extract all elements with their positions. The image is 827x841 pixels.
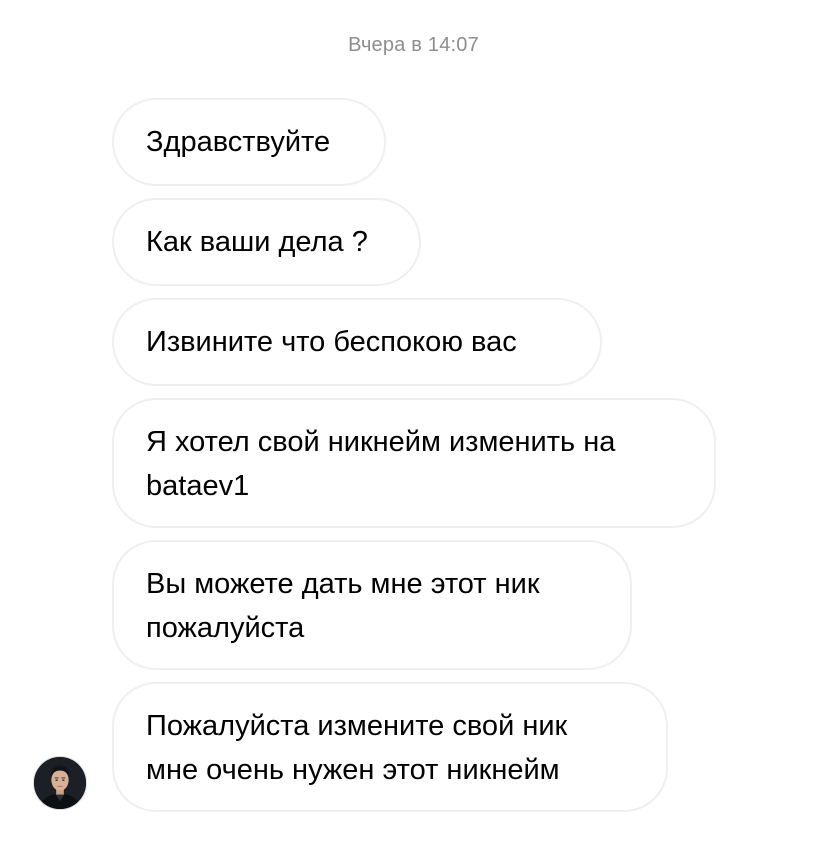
message-bubble[interactable]: Вы можете дать мне этот ник пожалуйста xyxy=(112,540,632,670)
message-bubble[interactable]: Пожалуйста измените свой ник мне очень н… xyxy=(112,682,668,812)
message-text-line: Вы можете дать мне этот ник xyxy=(146,568,540,600)
message-text: Как ваши дела ? xyxy=(146,226,368,258)
message-bubble[interactable]: Как ваши дела ? xyxy=(112,198,421,286)
message-bubble[interactable]: Я хотел свой никнейм изменить на bataev1 xyxy=(112,398,716,528)
user-avatar-photo-icon xyxy=(34,757,86,809)
message-text-line: bataev1 xyxy=(146,470,250,502)
message-bubble[interactable]: Здравствуйте xyxy=(112,98,386,186)
sender-avatar-icon[interactable] xyxy=(33,756,87,810)
message-text: Здравствуйте xyxy=(146,126,331,158)
message-text: Извините что беспокою вас xyxy=(146,326,517,358)
message-bubble[interactable]: Извините что беспокою вас xyxy=(112,298,602,386)
message-text-line: пожалуйста xyxy=(146,612,305,644)
message-text-line: Пожалуйста измените свой ник xyxy=(146,710,568,742)
message-timestamp: Вчера в 14:07 xyxy=(348,34,479,56)
message-text-line: мне очень нужен этот никнейм xyxy=(146,754,560,786)
message-text-line: Я хотел свой никнейм изменить на xyxy=(146,426,616,458)
